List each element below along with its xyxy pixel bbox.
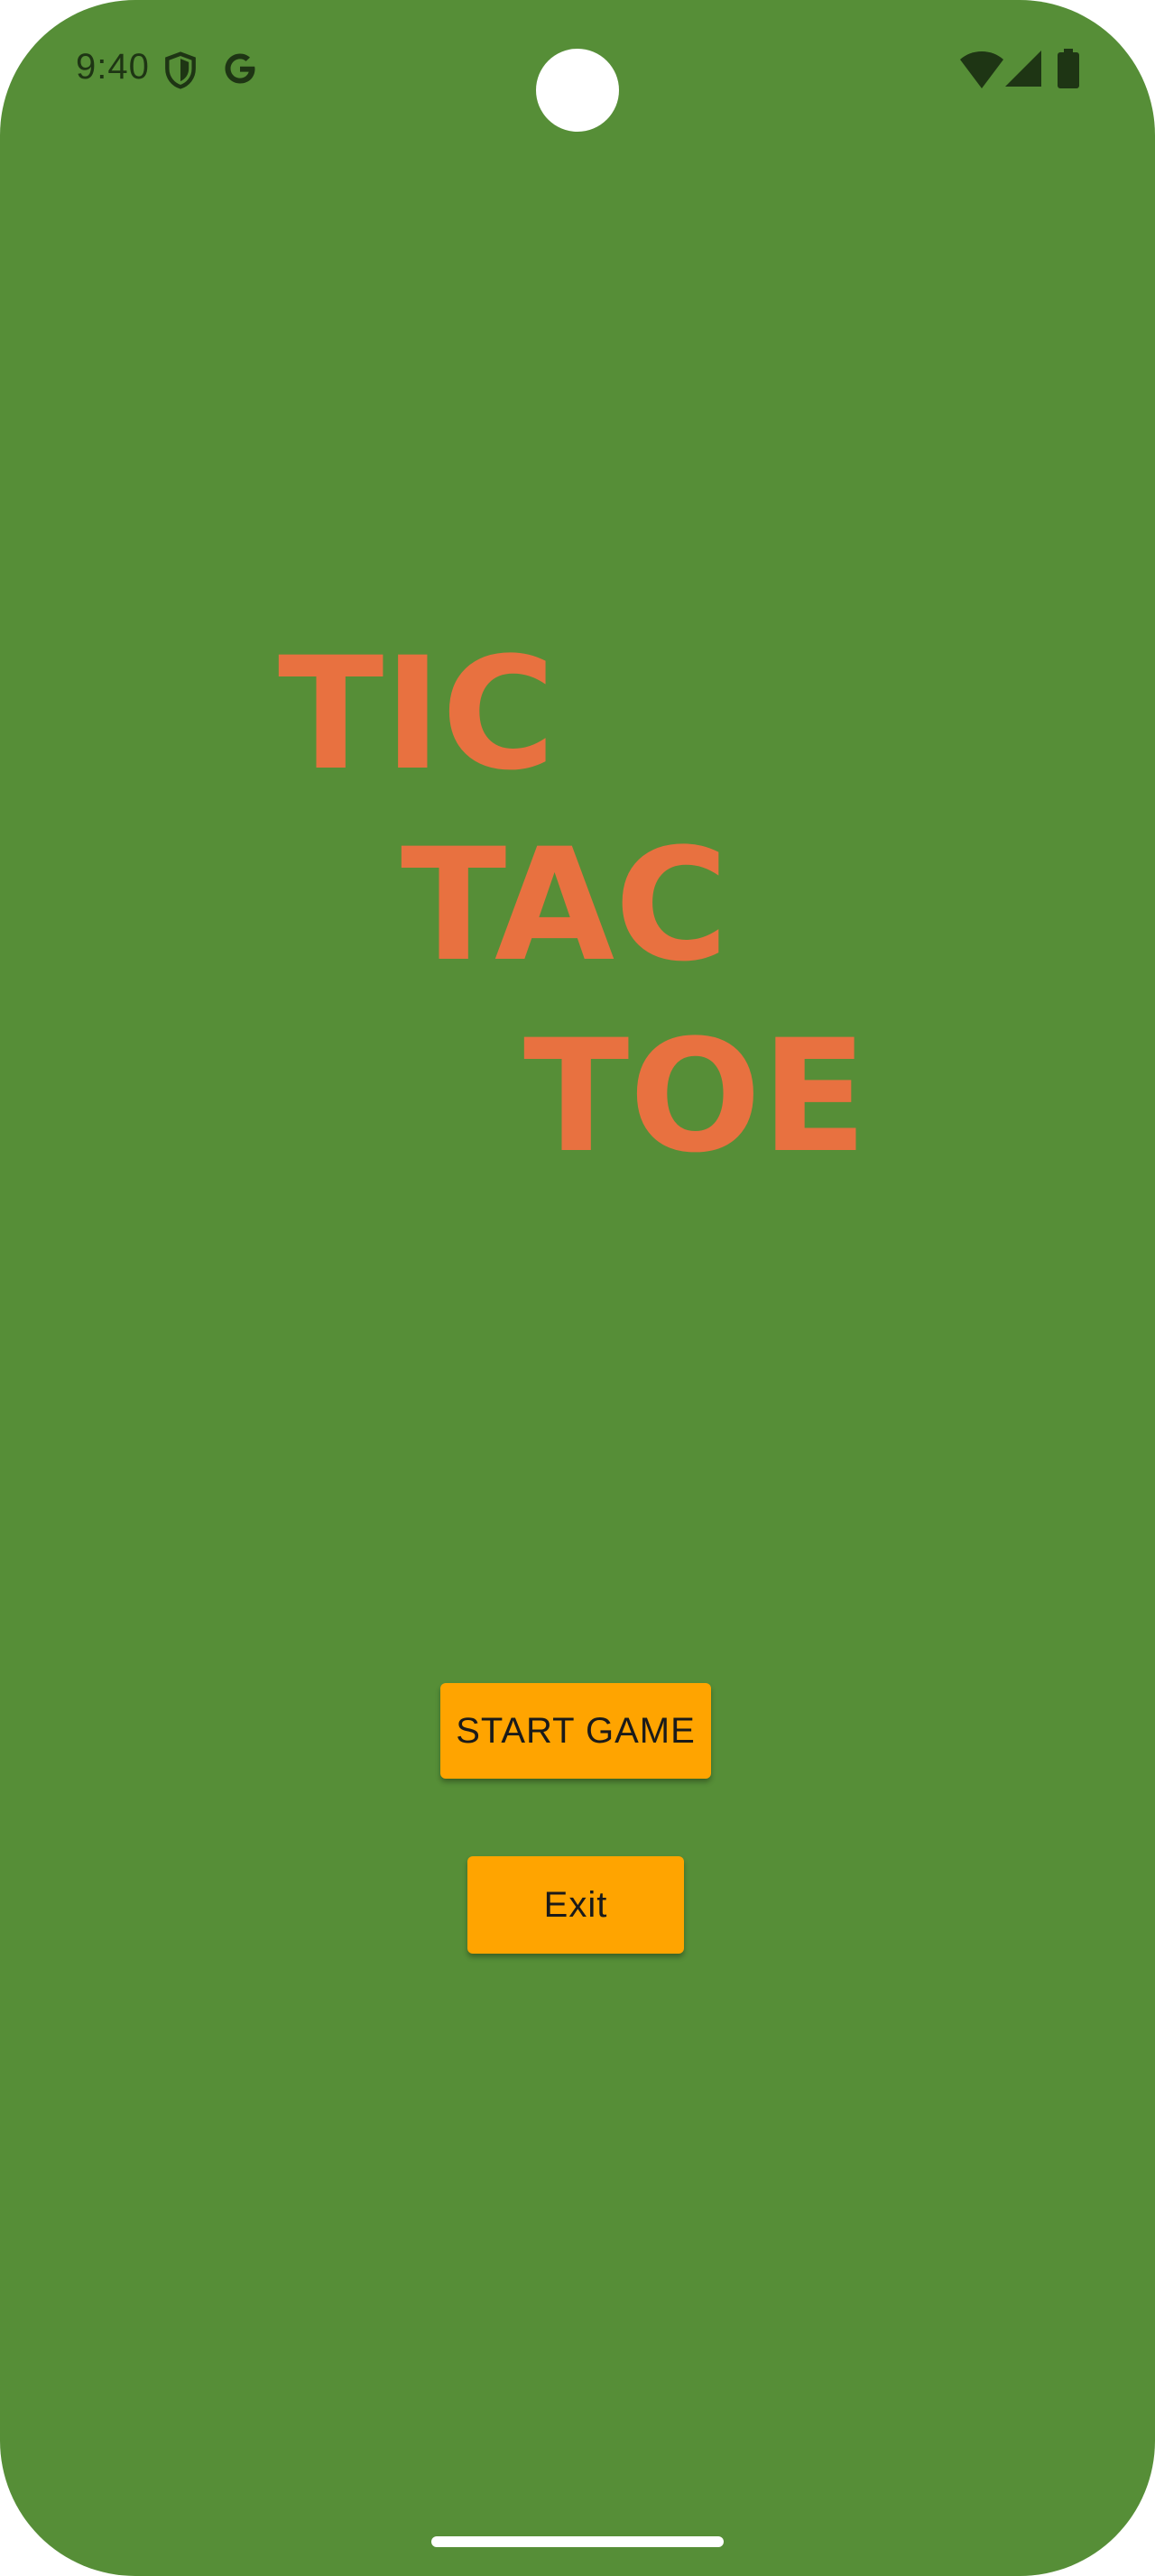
gesture-nav-handle[interactable] — [431, 2536, 724, 2547]
title-tic: TIC — [278, 623, 556, 805]
start-game-button[interactable]: START GAME — [440, 1683, 711, 1779]
exit-button[interactable]: Exit — [467, 1856, 684, 1954]
app-screen: 9:40 TIC TAC TOE START GAME Exit — [0, 0, 1155, 2576]
title-toe: TOE — [523, 1006, 868, 1187]
title-tac: TAC — [401, 814, 729, 996]
wifi-icon — [960, 51, 1003, 88]
shield-icon — [165, 51, 196, 89]
cell-signal-icon — [1005, 51, 1041, 87]
camera-cutout — [536, 49, 619, 132]
battery-icon — [1058, 49, 1079, 88]
google-g-icon — [225, 53, 255, 84]
status-time: 9:40 — [76, 47, 150, 87]
